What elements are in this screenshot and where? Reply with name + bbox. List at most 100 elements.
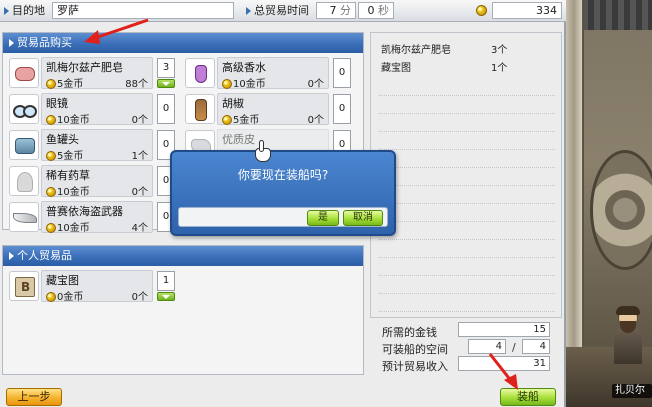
summary-divider (379, 221, 555, 222)
summary-row: 凯梅尔兹产肥皂 3个 (381, 45, 508, 56)
confirm-load-dialog: 你要现在装船吗? 是 取消 (170, 150, 396, 236)
item-name: 优质皮 (222, 133, 255, 146)
hand-cursor-icon (252, 140, 274, 164)
item-icon-frame (185, 58, 215, 88)
summary-divider (379, 257, 555, 258)
quantity-value[interactable]: 0 (157, 94, 175, 124)
quantity-down-button[interactable] (157, 292, 175, 301)
quantity-value[interactable]: 0 (333, 94, 351, 124)
summary-divider (379, 239, 555, 240)
item-owned: 0个 (131, 292, 148, 303)
item-icon-frame (9, 58, 39, 88)
item-owned: 0个 (307, 79, 324, 90)
item-card: 胡椒 5金币 0个 (217, 93, 329, 126)
seconds-field: 0 秒 (358, 2, 394, 19)
item-name: 鱼罐头 (46, 133, 79, 146)
item-owned: 1个 (131, 151, 148, 162)
quantity-stepper[interactable]: 0 (157, 94, 175, 124)
trade-item[interactable]: 藏宝图0金币 0个 1 (7, 269, 177, 303)
item-price: 10金币 (46, 111, 90, 126)
summary-divider (379, 131, 555, 132)
coin-icon (46, 79, 56, 89)
coin-icon (46, 187, 56, 197)
item-icon-frame (9, 271, 39, 301)
item-icon-frame (185, 94, 215, 124)
required-money-value: 15 (458, 322, 550, 337)
trade-window: 目的地 罗萨 总贸易时间 7 分 0 秒 334 贸易品购买 凯梅尔兹产肥皂 5金… (0, 0, 566, 407)
item-card: 稀有药草 10金币 0个 (41, 165, 153, 198)
dialog-button-bar: 是 取消 (178, 207, 388, 227)
item-owned: 0个 (307, 115, 324, 126)
trade-item[interactable]: 普赛依海盗武器 10金币 4个 0 (7, 200, 177, 234)
coin-icon (46, 115, 56, 125)
personal-goods-panel: 个人贸易品 藏宝图0金币 0个 1 (2, 245, 364, 375)
item-icon-frame (9, 94, 39, 124)
soap-icon (15, 67, 35, 81)
cancel-button[interactable]: 取消 (343, 210, 383, 226)
item-owned: 0个 (131, 187, 148, 198)
coin-icon (476, 5, 487, 16)
prev-step-button[interactable]: 上一步 (6, 388, 62, 406)
arrow-icon (4, 7, 9, 15)
summary-divider (379, 311, 555, 312)
destination-label: 目的地 (4, 3, 45, 19)
item-card: 普赛依海盗武器 10金币 4个 (41, 201, 153, 234)
summary-divider (379, 275, 555, 276)
pepper-icon (195, 99, 207, 121)
quantity-value[interactable]: 1 (157, 271, 175, 291)
summary-divider (379, 203, 555, 204)
summary-divider (379, 293, 555, 294)
quantity-stepper[interactable]: 1 (157, 271, 175, 301)
pirate-weapon-icon (13, 213, 37, 223)
coin-icon (222, 79, 232, 89)
total-time-label: 总贸易时间 (246, 3, 309, 19)
item-name: 胡椒 (222, 97, 244, 110)
coin-icon (46, 151, 56, 161)
trade-item[interactable]: 高级香水 10金币 0个 0 (183, 56, 353, 90)
quantity-stepper[interactable]: 0 (333, 58, 351, 88)
arrow-icon (9, 39, 14, 47)
yes-button[interactable]: 是 (307, 210, 339, 226)
item-owned: 0个 (131, 115, 148, 126)
summary-divider (379, 185, 555, 186)
item-price: 5金币 (46, 75, 83, 90)
trade-item[interactable]: 凯梅尔兹产肥皂 5金币 88个 3 (7, 56, 177, 90)
trade-item[interactable]: 眼镜 10金币 0个 0 (7, 92, 177, 126)
item-name: 藏宝图 (46, 274, 79, 287)
purchase-summary-list: 凯梅尔兹产肥皂 3个 藏宝图 1个 (370, 32, 562, 318)
summary-divider (379, 113, 555, 114)
quantity-down-button[interactable] (157, 79, 175, 88)
summary-divider (379, 167, 555, 168)
item-price: 5金币 (46, 147, 83, 162)
trade-item[interactable]: 鱼罐头 5金币 1个 0 (7, 128, 177, 162)
game-scene-background: 扎贝尔 (566, 0, 652, 407)
item-price: 5金币 (222, 111, 259, 126)
item-owned: 88个 (125, 79, 148, 90)
item-name: 高级香水 (222, 61, 266, 74)
coin-icon (46, 292, 56, 302)
item-card: 藏宝图 0金币 0个 (41, 270, 153, 303)
quantity-value[interactable]: 3 (157, 58, 175, 78)
item-card: 凯梅尔兹产肥皂 5金币 88个 (41, 57, 153, 90)
trade-item[interactable]: 胡椒 5金币 0个 0 (183, 92, 353, 126)
quantity-stepper[interactable]: 0 (333, 94, 351, 124)
item-price: 0金币 (46, 288, 83, 303)
money-field: 334 (492, 2, 562, 19)
quantity-stepper[interactable]: 3 (157, 58, 175, 88)
roof-decoration (576, 0, 652, 30)
dialog-message: 你要现在装船吗? (237, 168, 329, 182)
summary-row: 藏宝图 1个 (381, 63, 508, 74)
quantity-value[interactable]: 0 (333, 58, 351, 88)
required-money-row: 所需的金钱 15 (382, 322, 558, 339)
arrow-icon (9, 252, 14, 260)
item-icon-frame (9, 130, 39, 160)
item-name: 普赛依海盗武器 (46, 205, 123, 218)
item-card: 眼镜 10金币 0个 (41, 93, 153, 126)
coin-icon (222, 115, 232, 125)
npc-character[interactable] (612, 306, 642, 364)
expected-income-row: 预计贸易收入 31 (382, 356, 558, 373)
item-price: 10金币 (46, 183, 90, 198)
trade-item[interactable]: 稀有药草 10金币 0个 0 (7, 164, 177, 198)
item-name: 眼镜 (46, 97, 68, 110)
panel-header: 贸易品购买 (3, 33, 363, 53)
